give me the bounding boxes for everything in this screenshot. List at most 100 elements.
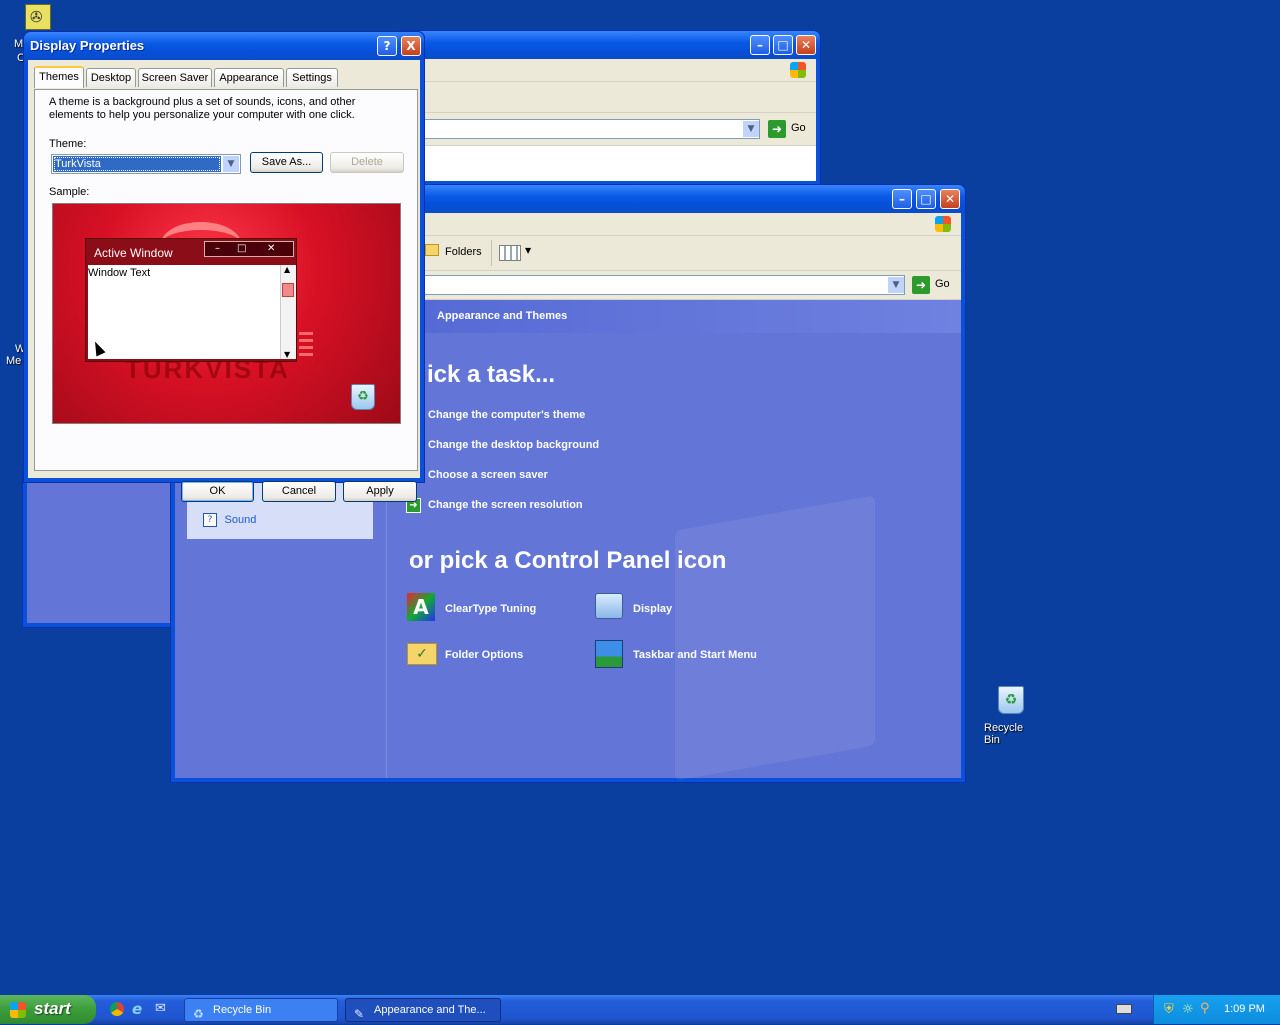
cp-icon-label: Taskbar and Start Menu	[633, 649, 757, 661]
display-icon	[595, 593, 623, 619]
taskbar: start e ✉ ♻ Recycle Bin ✎ Appearance and…	[0, 995, 1280, 1024]
theme-select[interactable]: TurkVista ▼	[51, 154, 241, 174]
address-bar: ▼ ➜ Go	[400, 113, 816, 146]
address-dropdown-button[interactable]: ▼	[888, 277, 904, 293]
theme-sample-preview: TURKVISTA Active Window – □ ✕ Window Tex…	[52, 203, 401, 424]
cp-icon-display[interactable]: Display	[595, 593, 755, 625]
folders-button[interactable]: Folders	[445, 246, 482, 258]
tab-appearance[interactable]: Appearance	[214, 68, 284, 87]
go-button-label[interactable]: Go	[935, 278, 950, 290]
sidebar-item-sound[interactable]: ? Sound	[203, 513, 256, 527]
help-icon: ?	[203, 513, 217, 527]
sample-window-text: Window Text	[88, 267, 151, 279]
recycle-bin-icon: ♻	[998, 686, 1024, 714]
go-button-label[interactable]: Go	[791, 122, 806, 134]
system-tray: ⛨ ☼ ⚲ 1:09 PM	[1153, 995, 1280, 1024]
cp-icon-label: Display	[633, 603, 673, 615]
sample-active-window: Active Window – □ ✕ Window Text ▲ ▼	[85, 238, 297, 362]
scroll-down-icon: ▼	[284, 350, 291, 359]
themes-tab-page: A theme is a background plus a set of so…	[34, 89, 418, 471]
task-change-background[interactable]: Change the desktop background	[428, 439, 599, 451]
taskbar-item-appearance-themes[interactable]: ✎ Appearance and The...	[345, 998, 501, 1022]
recycle-bin-icon: ♻	[193, 1007, 204, 1021]
cp-icon-label: Folder Options	[445, 649, 524, 661]
internet-explorer-icon[interactable]: e	[132, 1000, 142, 1018]
cleartype-icon: A	[407, 593, 435, 621]
go-arrow-icon[interactable]: ➜	[768, 120, 786, 138]
keyboard-layout-icon[interactable]	[1116, 1004, 1132, 1014]
chrome-icon[interactable]	[110, 1002, 124, 1016]
task-change-theme[interactable]: Change the computer's theme	[428, 409, 585, 421]
themes-description: A theme is a background plus a set of so…	[49, 96, 356, 121]
close-icon: ✕	[267, 243, 276, 254]
pick-task-heading: ick a task...	[427, 361, 556, 388]
taskbar-item-label: Recycle Bin	[213, 1004, 272, 1016]
theme-select-value: TurkVista	[53, 156, 221, 172]
sample-stripes	[299, 332, 313, 358]
desktop-recycle-bin[interactable]: ♻ Recycle Bin	[980, 684, 1042, 746]
watermark-graphic	[675, 495, 875, 781]
recycle-bin-label: Recycle Bin	[984, 722, 1024, 746]
dialog-title: Display Properties	[30, 38, 145, 53]
icon-heading: or pick a Control Panel icon	[409, 547, 727, 574]
minimize-button[interactable]: –	[892, 189, 912, 209]
cp-icon-taskbar-start-menu[interactable]: Taskbar and Start Menu	[595, 640, 795, 672]
minimize-button[interactable]: –	[750, 35, 770, 55]
cancel-button[interactable]: Cancel	[262, 481, 336, 502]
task-screen-saver[interactable]: Choose a screen saver	[428, 469, 548, 481]
maximize-icon: □	[237, 243, 247, 254]
task-screen-resolution[interactable]: Change the screen resolution	[428, 499, 583, 511]
tab-desktop[interactable]: Desktop	[86, 68, 136, 87]
help-button[interactable]: ?	[377, 36, 397, 56]
desktop-label-clip-4: Me	[6, 355, 22, 367]
address-input[interactable]	[424, 119, 760, 139]
go-arrow-icon[interactable]: ➜	[912, 276, 930, 294]
maximize-button[interactable]: □	[773, 35, 793, 55]
clock[interactable]: 1:09 PM	[1224, 1003, 1265, 1015]
windows-flag-icon	[10, 1002, 26, 1018]
tab-themes[interactable]: Themes	[34, 66, 84, 88]
tab-settings[interactable]: Settings	[286, 68, 338, 87]
search-icon[interactable]: ⚲	[1200, 1001, 1210, 1016]
close-button[interactable]: ✕	[940, 189, 960, 209]
control-panel-icon: ✎	[354, 1007, 365, 1021]
outlook-express-icon[interactable]: ✉	[155, 1001, 166, 1016]
save-as-button[interactable]: Save As...	[250, 152, 323, 173]
toolbar-separator	[491, 240, 492, 266]
tab-screen-saver[interactable]: Screen Saver	[138, 68, 212, 87]
start-button[interactable]: start	[0, 995, 96, 1024]
sample-label: Sample:	[49, 186, 90, 198]
folder-options-icon: ✓	[407, 643, 437, 665]
sample-scrollbar: ▲ ▼	[280, 265, 296, 359]
close-button[interactable]: X	[401, 36, 421, 56]
apply-button[interactable]: Apply	[343, 481, 417, 502]
desktop-icon-top-left[interactable]: ✇	[25, 4, 51, 30]
windows-logo-icon	[790, 62, 806, 78]
start-label: start	[34, 999, 71, 1018]
tab-strip: Themes Desktop Screen Saver Appearance S…	[34, 66, 418, 90]
scroll-up-icon: ▲	[284, 265, 291, 274]
sample-window-body: Window Text ▲ ▼	[88, 265, 296, 359]
security-shield-icon[interactable]: ⛨	[1164, 1002, 1174, 1017]
chevron-down-icon[interactable]: ▼	[223, 156, 239, 172]
cp-icon-folder-options[interactable]: ✓ Folder Options	[407, 640, 587, 672]
delete-button[interactable]: Delete	[330, 152, 404, 173]
network-icon[interactable]: ☼	[1182, 1002, 1194, 1017]
display-properties-dialog: Display Properties ? X Themes Desktop Sc…	[23, 31, 425, 502]
maximize-button[interactable]: □	[916, 189, 936, 209]
scroll-thumb	[282, 283, 294, 297]
taskbar-item-recycle-bin[interactable]: ♻ Recycle Bin	[184, 998, 338, 1022]
address-dropdown-button[interactable]: ▼	[743, 121, 759, 137]
views-dropdown-icon[interactable]: ▼	[525, 246, 531, 255]
dialog-titlebar[interactable]: Display Properties ? X	[24, 32, 424, 60]
views-icon[interactable]	[499, 245, 521, 261]
theme-label: Theme:	[49, 138, 87, 150]
cp-header-title: Appearance and Themes	[437, 310, 568, 322]
close-button[interactable]: ✕	[796, 35, 816, 55]
cp-icon-cleartype[interactable]: A ClearType Tuning	[407, 593, 587, 625]
toolbar-area	[400, 82, 816, 113]
cp-icon-label: ClearType Tuning	[445, 603, 537, 615]
windows-logo-icon	[935, 216, 951, 232]
back-window-titlebar[interactable]: – □ ✕	[396, 31, 820, 59]
ok-button[interactable]: OK	[181, 481, 254, 502]
